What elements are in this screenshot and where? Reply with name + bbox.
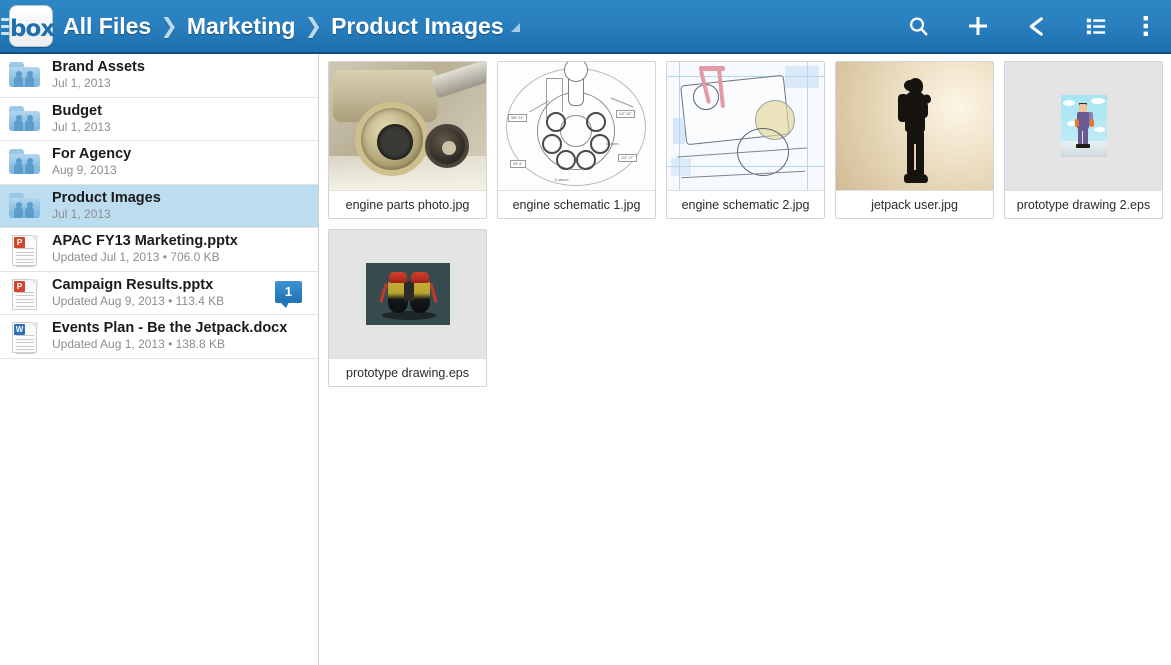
grid-item-label: engine parts photo.jpg (329, 190, 486, 218)
shared-folder-icon (9, 147, 43, 177)
header-actions (889, 0, 1167, 53)
sidebar-item-title: Brand Assets (52, 59, 318, 76)
prototype-drawing-art (366, 263, 450, 325)
grid-item-prototype-drawing-2[interactable]: prototype drawing 2.eps (1004, 61, 1163, 219)
sidebar-item-title: For Agency (52, 146, 318, 163)
breadcrumb-dropdown-caret-icon[interactable] (511, 23, 520, 32)
sidebar-item-text: For Agency Aug 9, 2013 (52, 146, 318, 178)
sidebar-item-apac-fy13-marketing[interactable]: P APAC FY13 Marketing.pptx Updated Jul 1… (0, 228, 318, 272)
sidebar-item-title: Budget (52, 103, 318, 120)
sidebar-item-budget[interactable]: Budget Jul 1, 2013 (0, 98, 318, 142)
grid-item-jetpack-user[interactable]: jetpack user.jpg (835, 61, 994, 219)
sidebar-item-title: Events Plan - Be the Jetpack.docx (52, 320, 318, 337)
sidebar-item-title: APAC FY13 Marketing.pptx (52, 233, 318, 250)
sidebar-item-events-plan[interactable]: W Events Plan - Be the Jetpack.docx Upda… (0, 315, 318, 359)
box-logo[interactable]: box (9, 5, 53, 47)
sidebar-item-subtitle: Jul 1, 2013 (52, 76, 318, 91)
file-grid: engine parts photo.jpg (328, 61, 1171, 387)
search-icon (907, 15, 930, 38)
thumbnail[interactable]: 3/8" 24" 1/2" 24" 1/4" 17" 25" 6" 6 plac… (498, 62, 655, 190)
shared-folder-icon (9, 60, 43, 90)
grid-item-label: prototype drawing 2.eps (1005, 190, 1162, 218)
grid-item-engine-schematic-2[interactable]: engine schematic 2.jpg (666, 61, 825, 219)
breadcrumb-item-marketing[interactable]: Marketing (187, 13, 296, 40)
sidebar-item-title: Product Images (52, 190, 318, 207)
pptx-file-icon: P (9, 278, 43, 308)
engine-schematic-1-art: 3/8" 24" 1/2" 24" 1/4" 17" 25" 6" 6 plac… (498, 62, 655, 190)
grid-item-label: prototype drawing.eps (329, 358, 486, 386)
sidebar-item-text: Events Plan - Be the Jetpack.docx Update… (52, 320, 318, 352)
thumbnail[interactable] (329, 62, 486, 190)
thumbnail[interactable] (836, 62, 993, 190)
share-button[interactable] (1007, 0, 1066, 53)
breadcrumb-separator: ❯ (304, 14, 322, 39)
sidebar-item-subtitle: Updated Jul 1, 2013 • 706.0 KB (52, 250, 318, 265)
sidebar-item-text: APAC FY13 Marketing.pptx Updated Jul 1, … (52, 233, 318, 265)
breadcrumb-item-product-images[interactable]: Product Images (331, 13, 504, 40)
plus-icon (966, 14, 990, 38)
sidebar-item-subtitle: Jul 1, 2013 (52, 207, 318, 222)
overflow-menu-button[interactable] (1125, 0, 1167, 53)
search-button[interactable] (889, 0, 948, 53)
shared-folder-icon (9, 191, 43, 221)
add-button[interactable] (948, 0, 1007, 53)
thumbnail[interactable] (329, 230, 486, 358)
grid-item-label: jetpack user.jpg (836, 190, 993, 218)
grid-item-label: engine schematic 1.jpg (498, 190, 655, 218)
engine-parts-photo-art (329, 62, 486, 190)
list-view-icon (1085, 15, 1107, 37)
view-list-button[interactable] (1066, 0, 1125, 53)
logo-wordmark: box (10, 15, 52, 43)
sidebar-item-brand-assets[interactable]: Brand Assets Jul 1, 2013 (0, 54, 318, 98)
app-header: box All Files ❯ Marketing ❯ Product Imag… (0, 0, 1171, 54)
sidebar-item-text: Brand Assets Jul 1, 2013 (52, 59, 318, 91)
docx-file-icon: W (9, 321, 43, 351)
engine-schematic-2-art (667, 62, 824, 190)
jetpack-user-photo-art (836, 62, 993, 190)
sidebar-item-for-agency[interactable]: For Agency Aug 9, 2013 (0, 141, 318, 185)
grid-item-label: engine schematic 2.jpg (667, 190, 824, 218)
sidebar-item-text: Budget Jul 1, 2013 (52, 103, 318, 135)
prototype-drawing-2-art (1061, 95, 1107, 157)
sidebar-item-subtitle: Updated Aug 1, 2013 • 138.8 KB (52, 337, 318, 352)
pptx-file-icon: P (9, 234, 43, 264)
sidebar-item-product-images[interactable]: Product Images Jul 1, 2013 (0, 185, 318, 229)
file-grid-pane[interactable]: engine parts photo.jpg (320, 54, 1171, 665)
sidebar-file-list[interactable]: Brand Assets Jul 1, 2013 Budget Jul 1, 2… (0, 54, 319, 665)
sidebar-item-subtitle: Jul 1, 2013 (52, 120, 318, 135)
sidebar-item-text: Product Images Jul 1, 2013 (52, 190, 318, 222)
breadcrumb: All Files ❯ Marketing ❯ Product Images (63, 13, 889, 40)
grid-item-engine-schematic-1[interactable]: 3/8" 24" 1/2" 24" 1/4" 17" 25" 6" 6 plac… (497, 61, 656, 219)
sidebar-item-subtitle: Aug 9, 2013 (52, 163, 318, 178)
sidebar-item-campaign-results[interactable]: P Campaign Results.pptx Updated Aug 9, 2… (0, 272, 318, 316)
breadcrumb-item-all-files[interactable]: All Files (63, 13, 151, 40)
comment-count-badge[interactable]: 1 (275, 281, 302, 303)
breadcrumb-separator: ❯ (160, 14, 178, 39)
share-icon (1025, 15, 1048, 38)
grid-item-prototype-drawing[interactable]: prototype drawing.eps (328, 229, 487, 387)
shared-folder-icon (9, 104, 43, 134)
more-vertical-icon (1143, 15, 1149, 37)
thumbnail[interactable] (1005, 62, 1162, 190)
thumbnail[interactable] (667, 62, 824, 190)
grid-item-engine-parts-photo[interactable]: engine parts photo.jpg (328, 61, 487, 219)
